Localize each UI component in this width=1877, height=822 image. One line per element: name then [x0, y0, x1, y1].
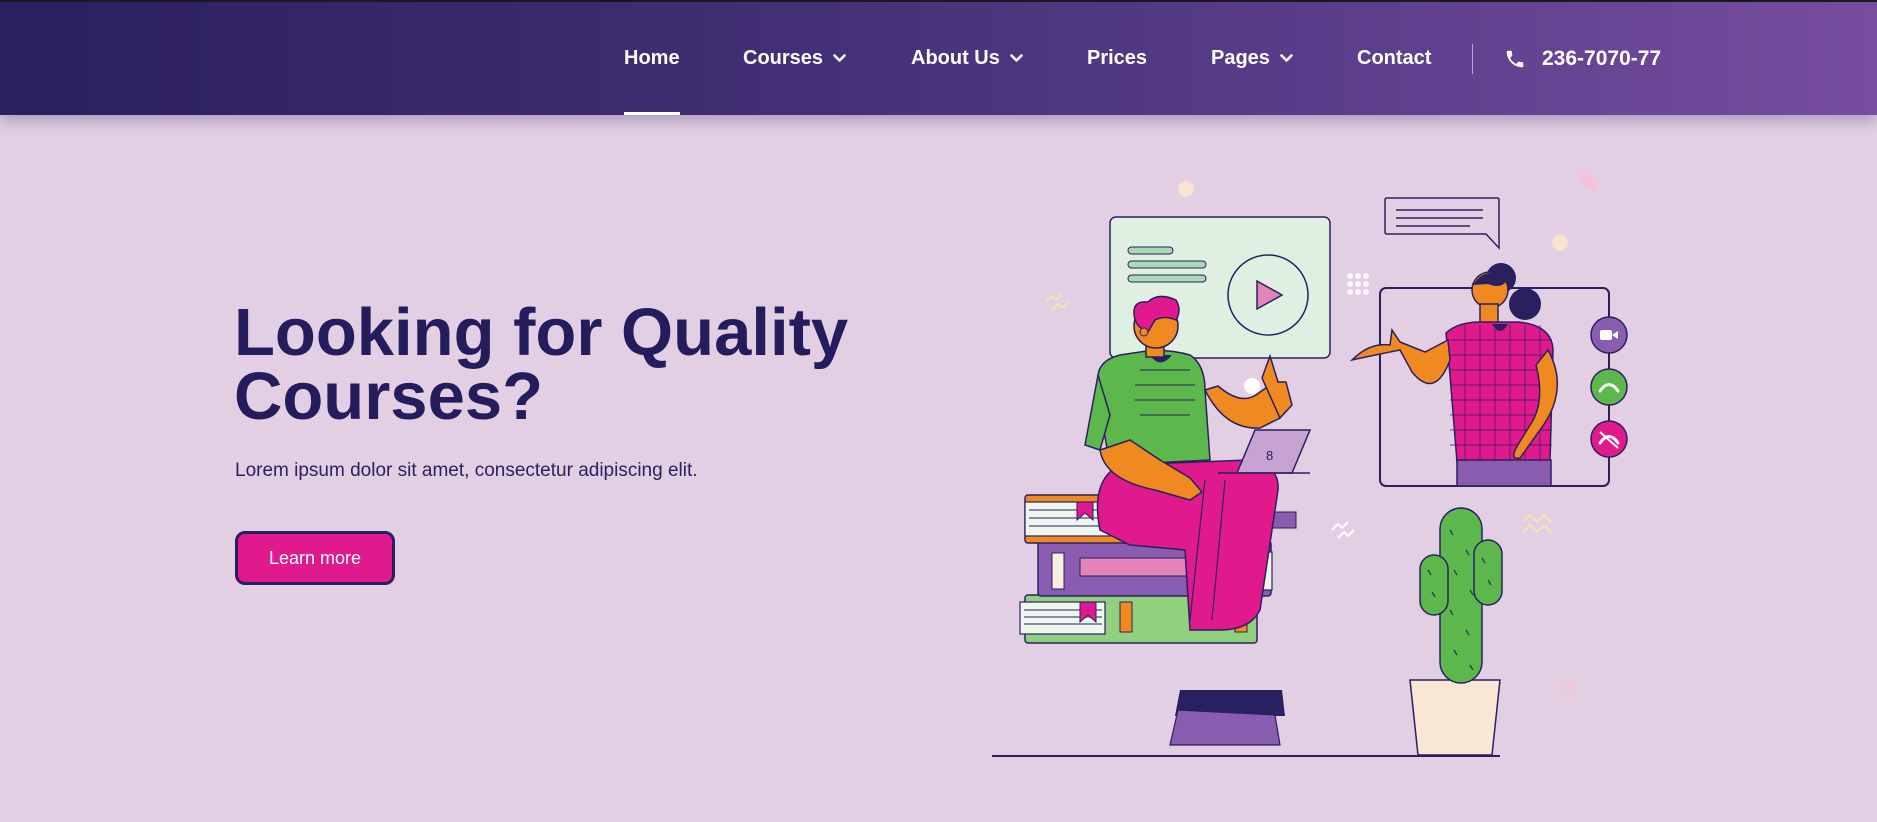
hero-subtitle: Lorem ipsum dolor sit amet, consectetur … — [235, 460, 698, 481]
nav-item-label: Pages — [1211, 47, 1270, 69]
hero-title: Looking for Quality Courses? — [234, 295, 849, 434]
chevron-down-icon — [833, 54, 846, 63]
svg-text:8: 8 — [1266, 448, 1273, 463]
nav-item-label: Home — [624, 47, 680, 69]
nav-item-home[interactable]: Home — [624, 2, 680, 115]
nav-item-label: Contact — [1357, 47, 1432, 69]
learn-more-button[interactable]: Learn more — [235, 531, 395, 585]
hero-illustration: 8 — [992, 171, 1628, 757]
main-navigation: Home Courses About Us Prices Pages Conta… — [0, 2, 1877, 115]
nav-item-pages[interactable]: Pages — [1211, 2, 1293, 115]
nav-divider — [1472, 44, 1473, 74]
phone-link[interactable]: 236-7070-77 — [1504, 2, 1661, 115]
nav-item-prices[interactable]: Prices — [1087, 2, 1147, 115]
phone-icon — [1504, 48, 1526, 70]
phone-number: 236-7070-77 — [1542, 46, 1662, 70]
nav-item-courses[interactable]: Courses — [743, 2, 846, 115]
active-indicator — [624, 112, 680, 115]
nav-item-label: Courses — [743, 47, 824, 69]
nav-item-about-us[interactable]: About Us — [911, 2, 1023, 115]
nav-item-label: About Us — [911, 47, 1000, 69]
nav-item-label: Prices — [1087, 47, 1148, 69]
chevron-down-icon — [1010, 54, 1023, 63]
nav-item-contact[interactable]: Contact — [1357, 2, 1431, 115]
chevron-down-icon — [1280, 54, 1293, 63]
